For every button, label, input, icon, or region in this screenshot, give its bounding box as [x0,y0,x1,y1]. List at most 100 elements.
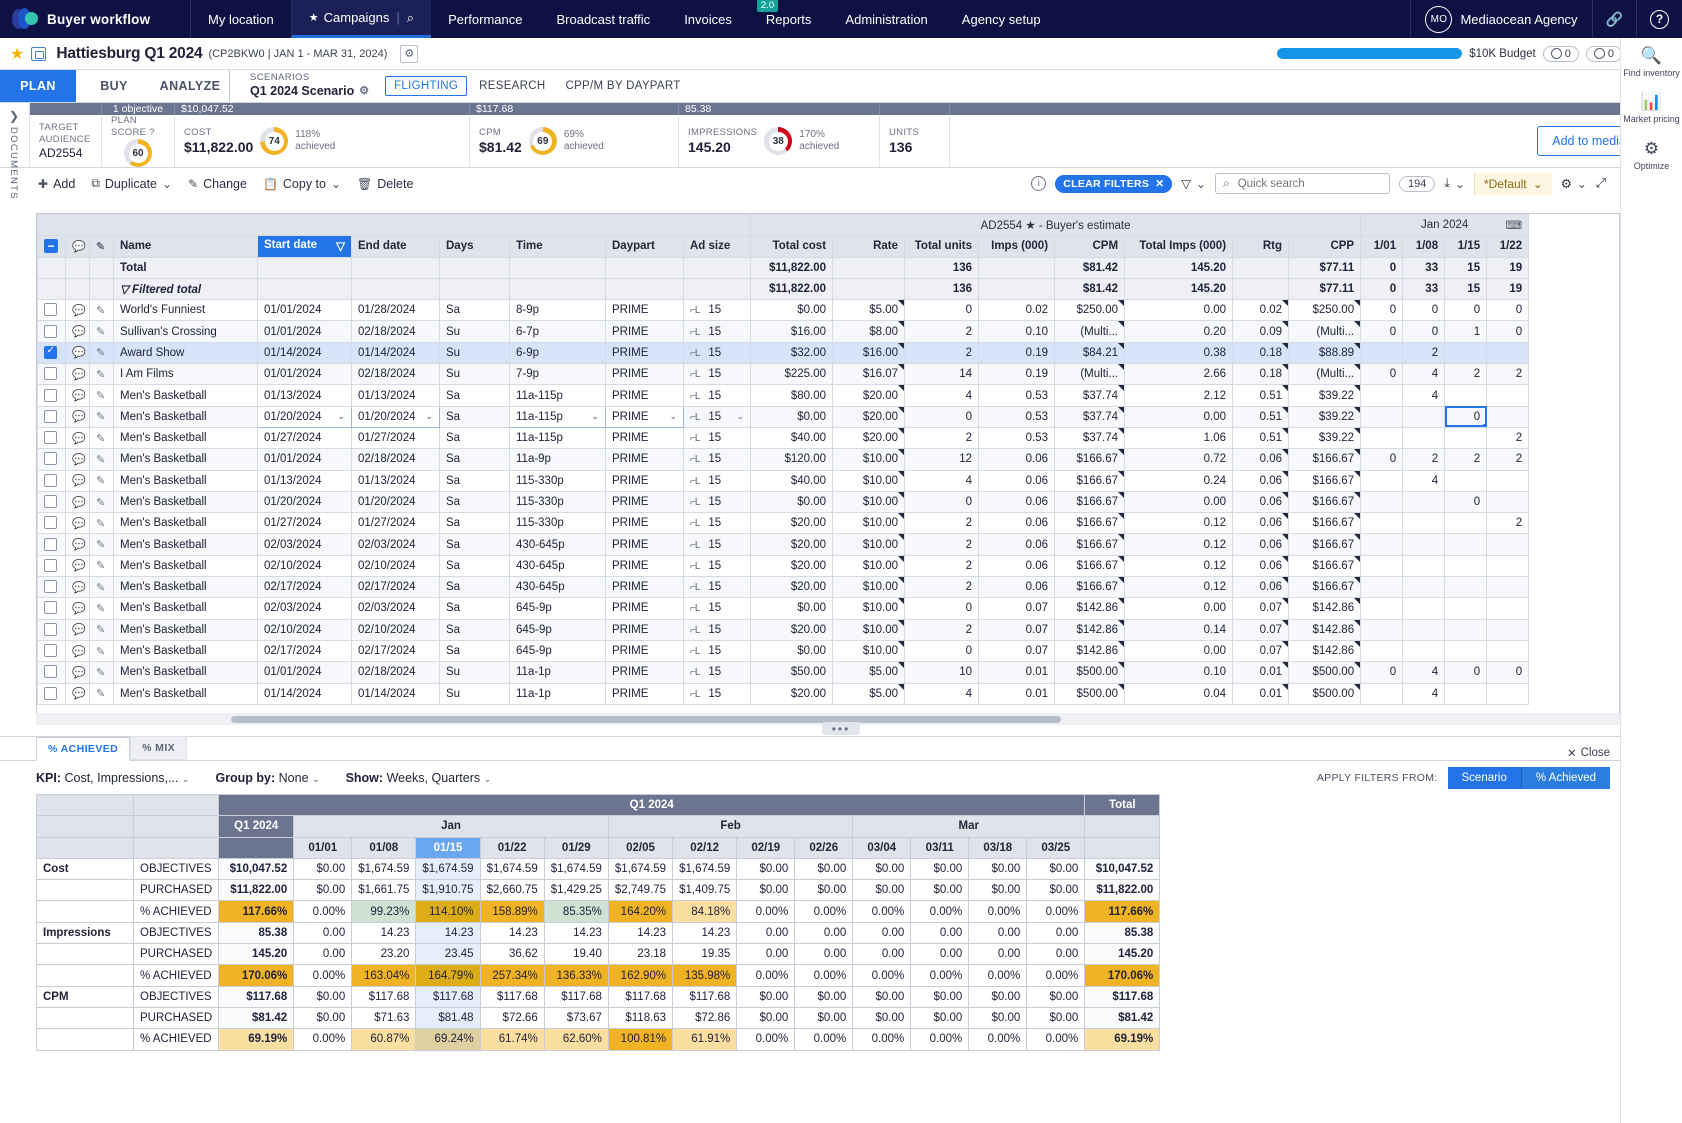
cell-week-w2[interactable]: 4 [1402,682,1446,705]
cell-totalimps[interactable]: 0.10 [1124,661,1234,684]
table-row[interactable]: 💬 ✎ Men's Basketball 02/10/2024 02/10/2024 Sa… [37,554,1530,578]
cell-week-w1[interactable]: 0 [1360,363,1404,386]
row-checkbox[interactable] [44,324,57,338]
cell-totalcost[interactable]: $0.00 [750,639,834,663]
link-icon[interactable]: 🔗 [1591,0,1636,38]
cell-week-w2[interactable]: 4 [1402,363,1446,386]
row-select-cell[interactable] [37,341,66,365]
cell-imps[interactable]: 0.53 [978,405,1056,428]
cell-rate[interactable]: $5.00 [832,299,906,322]
cell-cpp[interactable]: $166.67 [1288,576,1362,599]
cell-rtg[interactable]: 0.18 [1232,341,1290,365]
cell-week-w4[interactable] [1486,469,1530,492]
duplicate-button[interactable]: ⧉ Duplicate ⌄ [91,176,172,191]
comment-icon[interactable]: 💬 [72,518,86,530]
row-select-cell[interactable] [37,597,66,620]
cell-w1[interactable]: 0 [1360,256,1404,279]
cell-end[interactable]: 02/17/2024 [351,576,440,599]
comment-cell[interactable]: 💬 [65,597,90,620]
cell-start[interactable]: 01/13/2024 [257,469,352,492]
cell-totalcost[interactable]: $20.00 [750,618,834,641]
cell-totalimps[interactable]: 145.20 [1124,277,1234,301]
edit-cell[interactable]: ✎ [89,533,114,556]
cell-adsize[interactable] [682,277,752,301]
cell-week-w4[interactable] [1486,639,1530,663]
cell-days[interactable]: Sa [439,639,510,663]
cell-rtg[interactable]: 0.06 [1232,554,1290,578]
view-selector[interactable]: *Default ⌄ [1473,172,1552,195]
comment-cell[interactable]: 💬 [65,639,90,663]
cell-cpm[interactable]: $37.74 [1054,384,1126,407]
cell-name[interactable]: Men's Basketball [113,426,258,450]
cell-totalimps[interactable]: 0.24 [1124,469,1234,492]
cell-week-w3[interactable] [1444,576,1488,599]
cell-rtg[interactable]: 0.06 [1232,448,1290,471]
cell-cpp[interactable]: $88.89 [1288,341,1362,365]
cell-start[interactable]: 02/10/2024 [257,554,352,578]
cell-week-w3[interactable]: 0 [1444,490,1488,514]
cell-imps[interactable]: 0.07 [978,639,1056,663]
row-checkbox[interactable] [44,665,57,679]
cell-name[interactable]: Men's Basketball [113,490,258,514]
edit-cell[interactable]: ✎ [89,576,114,599]
cell-daypart[interactable]: PRIME [605,490,684,514]
week-header-0205[interactable]: 02/05 [607,836,674,859]
cell-week-w2[interactable]: 4 [1402,661,1446,684]
cell-w2[interactable]: 33 [1402,256,1446,279]
cell-cpp[interactable]: $142.86 [1288,639,1362,663]
cell-totalunits[interactable]: 2 [904,618,980,641]
brand[interactable]: Buyer workflow [0,0,190,38]
cell-totalcost[interactable]: $0.00 [750,405,834,428]
cell-cpm[interactable]: $166.67 [1054,469,1126,492]
cell-imps[interactable]: 0.06 [978,512,1056,535]
week-header-0318[interactable]: 03/18 [968,836,1028,859]
edit-cell[interactable]: ✎ [89,661,114,684]
edit-cell[interactable]: ✎ [89,426,114,450]
row-select-cell[interactable] [37,618,66,641]
cell-days[interactable]: Su [439,320,510,343]
view-tab-flighting[interactable]: FLIGHTING [385,76,468,96]
cell-cpp[interactable]: $77.11 [1288,277,1362,301]
cell-imps[interactable]: 0.19 [978,341,1056,365]
cell-time[interactable]: 11a-115p ⌄ [509,405,606,428]
cell-end[interactable]: 02/18/2024 [351,363,440,386]
cell-totalunits[interactable]: 4 [904,682,980,705]
cell-daypart[interactable]: PRIME [605,341,684,365]
cell-totalcost[interactable]: $11,822.00 [750,256,834,279]
cell-week-w4[interactable] [1486,533,1530,556]
cell-adsize[interactable]: ⌐L 15 [682,512,752,535]
cell-week-w2[interactable] [1402,576,1446,599]
cell-days[interactable]: Sa [439,448,510,471]
row-checkbox[interactable] [44,431,57,445]
cell-daypart[interactable]: PRIME [605,597,684,620]
col-time[interactable]: Time [509,235,606,258]
cell-week-w2[interactable] [1402,426,1446,450]
cell-rtg[interactable]: 0.06 [1232,469,1290,492]
cell-rate[interactable] [832,256,906,279]
cell-imps[interactable]: 0.06 [978,448,1056,471]
cell-week-w3[interactable]: 0 [1444,661,1488,684]
cell-name[interactable]: Sullivan's Crossing [113,320,258,343]
cell-cpm[interactable]: $500.00 [1054,661,1126,684]
cell-cpp[interactable]: (Multi... [1288,320,1362,343]
row-checkbox[interactable] [44,622,57,636]
edit-cell[interactable]: ✎ [89,469,114,492]
cell-end[interactable]: 02/18/2024 [351,448,440,471]
cell-totalunits[interactable]: 2 [904,512,980,535]
cell-totalunits[interactable]: 2 [904,341,980,365]
cell-time[interactable]: 11a-115p [509,426,606,450]
row-expand-cell[interactable] [37,277,66,301]
row-select-cell[interactable] [37,448,66,471]
comment-icon[interactable]: 💬 [72,347,86,359]
nav-campaigns[interactable]: ★ Campaigns | ⌕ [290,0,432,38]
table-row[interactable]: 💬 ✎ Men's Basketball 01/13/2024 01/13/2024 Sa… [37,384,1530,407]
cell-cpp[interactable]: (Multi... [1288,363,1362,386]
table-row[interactable]: 💬 ✎ I Am Films 01/01/2024 02/18/2024 Su 7-9p PR… [37,363,1530,386]
cell-week-w3[interactable]: 2 [1444,448,1488,471]
cell-cpm[interactable]: $166.67 [1054,576,1126,599]
cell-cpp[interactable]: $166.67 [1288,490,1362,514]
cell-daypart[interactable]: PRIME [605,576,684,599]
col-rate[interactable]: Rate [832,235,906,258]
cell-week-w4[interactable] [1486,554,1530,578]
cell-week-w1[interactable] [1360,384,1404,407]
